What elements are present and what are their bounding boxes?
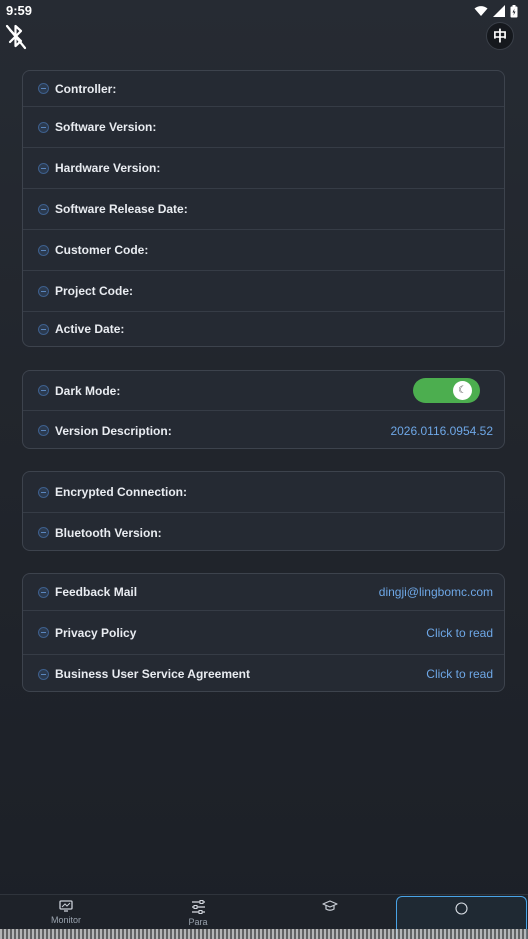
status-icons — [474, 4, 518, 18]
status-bar: 9:59 — [0, 0, 528, 22]
software-version-row: Software Version: — [23, 107, 504, 148]
monitor-icon — [59, 900, 73, 912]
sliders-icon — [191, 900, 205, 914]
battery-icon — [510, 4, 518, 17]
mail-icon — [38, 586, 49, 598]
moon-icon: ☾ — [458, 384, 467, 396]
controller-label: Controller: — [55, 81, 117, 96]
connection-card: Encrypted Connection: Bluetooth Version: — [22, 471, 505, 551]
project-code-row: Project Code: — [23, 271, 504, 312]
settings-card: Dark Mode: ☾ Version Description: 2026.0… — [22, 370, 505, 449]
hardware-version-label: Hardware Version: — [55, 161, 161, 175]
project-code-label: Project Code: — [55, 284, 134, 298]
active-date-label: Active Date: — [55, 322, 125, 336]
feedback-mail-row[interactable]: Feedback Mail dingji@lingbomc.com — [23, 574, 504, 611]
customer-code-row: Customer Code: — [23, 230, 504, 271]
project-code-icon — [38, 285, 49, 297]
language-label: 中 — [493, 29, 507, 45]
service-agreement-row[interactable]: Business User Service Agreement Click to… — [23, 655, 504, 691]
bluetooth-version-icon — [38, 527, 49, 538]
graduation-cap-icon — [322, 900, 338, 911]
software-version-icon — [38, 121, 49, 133]
version-description-label: Version Description: — [55, 423, 172, 438]
device-info-card: Controller: Software Version: Hardware V… — [22, 70, 505, 347]
toggle-knob: ☾ — [453, 381, 472, 400]
release-date-icon — [38, 203, 49, 215]
encrypted-connection-label: Encrypted Connection: — [55, 485, 188, 499]
bluetooth-version-row: Bluetooth Version: — [23, 513, 504, 550]
nav-tab-para[interactable]: Para — [162, 895, 234, 931]
wifi-icon — [474, 6, 488, 16]
controller-row: Controller: — [23, 71, 504, 107]
active-date-row: Active Date: — [23, 312, 504, 346]
customer-code-label: Customer Code: — [55, 243, 149, 257]
software-release-date-row: Software Release Date: — [23, 189, 504, 230]
feedback-mail-link[interactable]: dingji@lingbomc.com — [379, 585, 493, 599]
nav-label-para: Para — [188, 917, 208, 927]
version-description-icon — [38, 425, 49, 436]
software-release-date-label: Software Release Date: — [55, 202, 188, 216]
service-agreement-label: Business User Service Agreement — [55, 667, 250, 681]
signal-icon — [493, 5, 505, 17]
info-card: Feedback Mail dingji@lingbomc.com Privac… — [22, 573, 505, 692]
hardware-version-row: Hardware Version: — [23, 148, 504, 189]
bluetooth-disabled-icon[interactable] — [4, 22, 28, 50]
language-toggle-button[interactable]: 中 — [486, 22, 514, 50]
bluetooth-version-label: Bluetooth Version: — [55, 525, 162, 540]
dark-mode-icon — [38, 385, 49, 396]
privacy-policy-label: Privacy Policy — [55, 625, 137, 640]
dark-mode-label: Dark Mode: — [55, 383, 121, 398]
active-date-icon — [38, 323, 49, 335]
customer-code-icon — [38, 244, 49, 256]
controller-icon — [38, 83, 49, 94]
feedback-mail-label: Feedback Mail — [55, 585, 138, 599]
service-agreement-link[interactable]: Click to read — [426, 667, 493, 681]
privacy-policy-row[interactable]: Privacy Policy Click to read — [23, 611, 504, 655]
hardware-version-icon — [38, 162, 49, 174]
dark-mode-row: Dark Mode: ☾ — [23, 371, 504, 411]
nav-tab-learn[interactable] — [294, 895, 366, 931]
privacy-icon — [38, 627, 49, 638]
encrypted-connection-row: Encrypted Connection: — [23, 472, 504, 513]
dark-mode-toggle[interactable]: ☾ — [413, 378, 480, 403]
info-icon — [455, 902, 468, 915]
version-description-value: 2026.0116.0954.52 — [390, 423, 493, 438]
screen-edge-artifact — [0, 929, 528, 939]
nav-tab-monitor[interactable]: Monitor — [30, 895, 102, 931]
nav-label-monitor: Monitor — [50, 915, 81, 925]
agreement-icon — [38, 668, 49, 680]
software-version-label: Software Version: — [55, 120, 157, 134]
status-time: 9:59 — [6, 3, 33, 18]
privacy-policy-link[interactable]: Click to read — [426, 626, 493, 640]
encryption-icon — [38, 486, 49, 498]
version-description-row: Version Description: 2026.0116.0954.52 — [23, 411, 504, 448]
